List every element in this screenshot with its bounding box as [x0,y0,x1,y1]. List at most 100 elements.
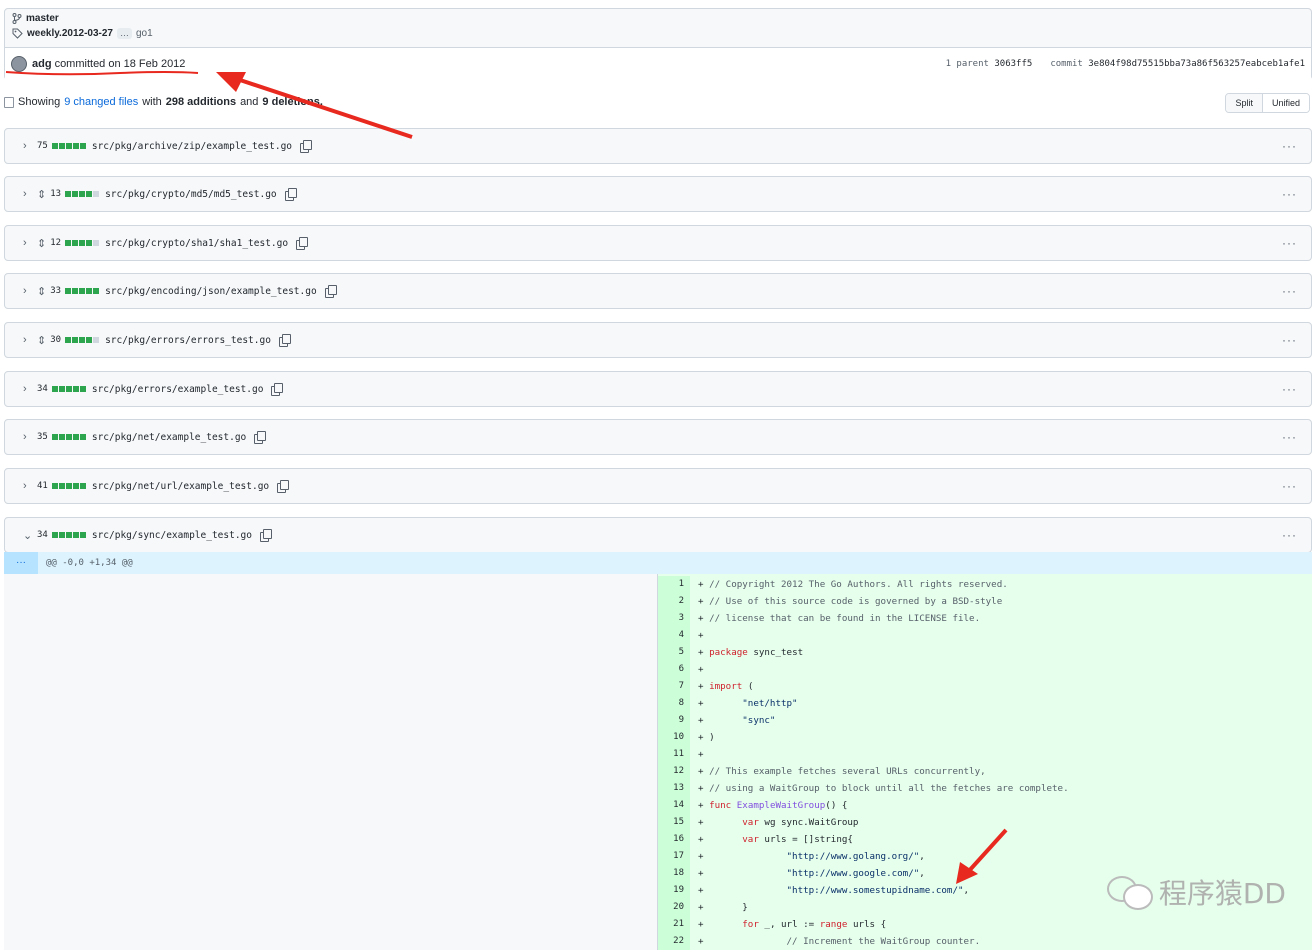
line-number[interactable]: 4 [658,627,690,644]
file-header[interactable]: › 34 src/pkg/errors/example_test.go ··· [4,371,1312,407]
file-options-icon[interactable]: ··· [1282,187,1297,201]
file-header[interactable]: › 35 src/pkg/net/example_test.go ··· [4,419,1312,455]
diffstat-bar [65,240,100,246]
file-path-link[interactable]: src/pkg/crypto/md5/md5_test.go [105,189,277,200]
code-line: 8 + "net/http" [658,695,1312,712]
copy-icon[interactable] [277,480,290,493]
code-line: 6 + [658,661,1312,678]
line-number[interactable]: 1 [658,576,690,593]
line-number[interactable]: 3 [658,610,690,627]
diffstat-bar [65,191,100,197]
file-header[interactable]: › 41 src/pkg/net/url/example_test.go ··· [4,468,1312,504]
file-header[interactable]: › ⇕ 33 src/pkg/encoding/json/example_test.g… [4,273,1312,309]
line-number[interactable]: 14 [658,797,690,814]
expand-all-icon[interactable]: ⇕ [37,334,46,347]
file-path-link[interactable]: src/pkg/encoding/json/example_test.go [105,286,317,297]
author-link[interactable]: adg [32,58,52,70]
line-number[interactable]: 9 [658,712,690,729]
copy-icon[interactable] [284,188,297,201]
copy-icon[interactable] [260,529,272,542]
code-content: + "http://www.google.com/", [698,868,925,879]
line-number[interactable]: 13 [658,780,690,797]
file-options-icon[interactable]: ··· [1282,479,1297,493]
copy-icon[interactable] [300,140,313,153]
copy-icon[interactable] [271,383,284,396]
line-number[interactable]: 5 [658,644,690,661]
diffstat-block [58,434,65,440]
file-header[interactable]: ⌄ 34 src/pkg/sync/example_test.go ··· [4,517,1312,553]
code-line: 12 + // This example fetches several URLs… [658,763,1312,780]
file-path-link[interactable]: src/pkg/crypto/sha1/sha1_test.go [105,238,288,249]
parent-sha-link[interactable]: 3063ff5 [994,59,1032,69]
file-path-link[interactable]: src/pkg/errors/example_test.go [92,384,264,395]
diffstat-block [86,240,93,246]
diffstat-block [58,386,65,392]
line-number[interactable]: 8 [658,695,690,712]
hunk-range: @@ -0,0 +1,34 @@ [46,558,133,568]
more-tags-button[interactable]: … [117,28,132,39]
file-diff-icon[interactable] [4,96,14,108]
chevron-icon[interactable]: › [23,237,37,249]
line-number[interactable]: 19 [658,882,690,899]
parent-info: 1 parent 3063ff5 [946,59,1033,69]
chevron-icon[interactable]: ⌄ [23,529,37,542]
chevron-icon[interactable]: › [23,140,37,152]
chevron-icon[interactable]: › [23,188,37,200]
copy-icon[interactable] [254,431,267,444]
line-number[interactable]: 16 [658,831,690,848]
file-options-icon[interactable]: ··· [1282,333,1297,347]
branch-row[interactable]: master [12,13,59,24]
chevron-icon[interactable]: › [23,285,37,297]
diffstat-bar [51,532,86,538]
copy-icon[interactable] [278,334,291,347]
copy-icon[interactable] [324,285,337,298]
changed-files-link[interactable]: 9 changed files [64,96,138,108]
unified-button[interactable]: Unified [1261,94,1309,112]
diffstat-block [79,337,86,343]
file-options-icon[interactable]: ··· [1282,430,1297,444]
tag-row[interactable]: weekly.2012-03-27 … go1 [12,28,153,39]
file-options-icon[interactable]: ··· [1282,139,1297,153]
file-path-link[interactable]: src/pkg/net/example_test.go [92,432,246,443]
code-line: 9 + "sync" [658,712,1312,729]
line-number[interactable]: 2 [658,593,690,610]
file-path-link[interactable]: src/pkg/net/url/example_test.go [92,481,269,492]
file-header[interactable]: › ⇕ 30 src/pkg/errors/errors_test.go ··· [4,322,1312,358]
line-number[interactable]: 10 [658,729,690,746]
line-number[interactable]: 11 [658,746,690,763]
chevron-icon[interactable]: › [23,383,37,395]
line-number[interactable]: 6 [658,661,690,678]
file-options-icon[interactable]: ··· [1282,528,1297,542]
file-path-link[interactable]: src/pkg/archive/zip/example_test.go [92,141,292,152]
line-number[interactable]: 12 [658,763,690,780]
expand-all-icon[interactable]: ⇕ [37,188,46,201]
line-number[interactable]: 18 [658,865,690,882]
line-number[interactable]: 17 [658,848,690,865]
expand-all-icon[interactable]: ⇕ [37,237,46,250]
file-header[interactable]: › 75 src/pkg/archive/zip/example_test.go ··… [4,128,1312,164]
chevron-icon[interactable]: › [23,480,37,492]
file-header[interactable]: › ⇕ 12 src/pkg/crypto/sha1/sha1_test.go ··· [4,225,1312,261]
file-header[interactable]: › ⇕ 13 src/pkg/crypto/md5/md5_test.go ··· [4,176,1312,212]
line-number[interactable]: 22 [658,933,690,950]
file-path-link[interactable]: src/pkg/errors/errors_test.go [105,335,271,346]
diffstat-block [79,143,86,149]
file-path-link[interactable]: src/pkg/sync/example_test.go [92,530,252,541]
tag-name: weekly.2012-03-27 [27,28,113,39]
chevron-icon[interactable]: › [23,431,37,443]
file-options-icon[interactable]: ··· [1282,382,1297,396]
chevron-icon[interactable]: › [23,334,37,346]
line-number[interactable]: 7 [658,678,690,695]
file-options-icon[interactable]: ··· [1282,284,1297,298]
expand-all-icon[interactable]: ⇕ [37,285,46,298]
diffstat-block [72,240,79,246]
expand-hunk-button[interactable]: ··· [4,552,38,574]
copy-icon[interactable] [296,237,309,250]
line-number[interactable]: 21 [658,916,690,933]
file-options-icon[interactable]: ··· [1282,236,1297,250]
line-number[interactable]: 15 [658,814,690,831]
split-button[interactable]: Split [1226,94,1262,112]
line-number[interactable]: 20 [658,899,690,916]
avatar[interactable] [11,56,27,72]
tag-extra[interactable]: go1 [136,28,153,39]
